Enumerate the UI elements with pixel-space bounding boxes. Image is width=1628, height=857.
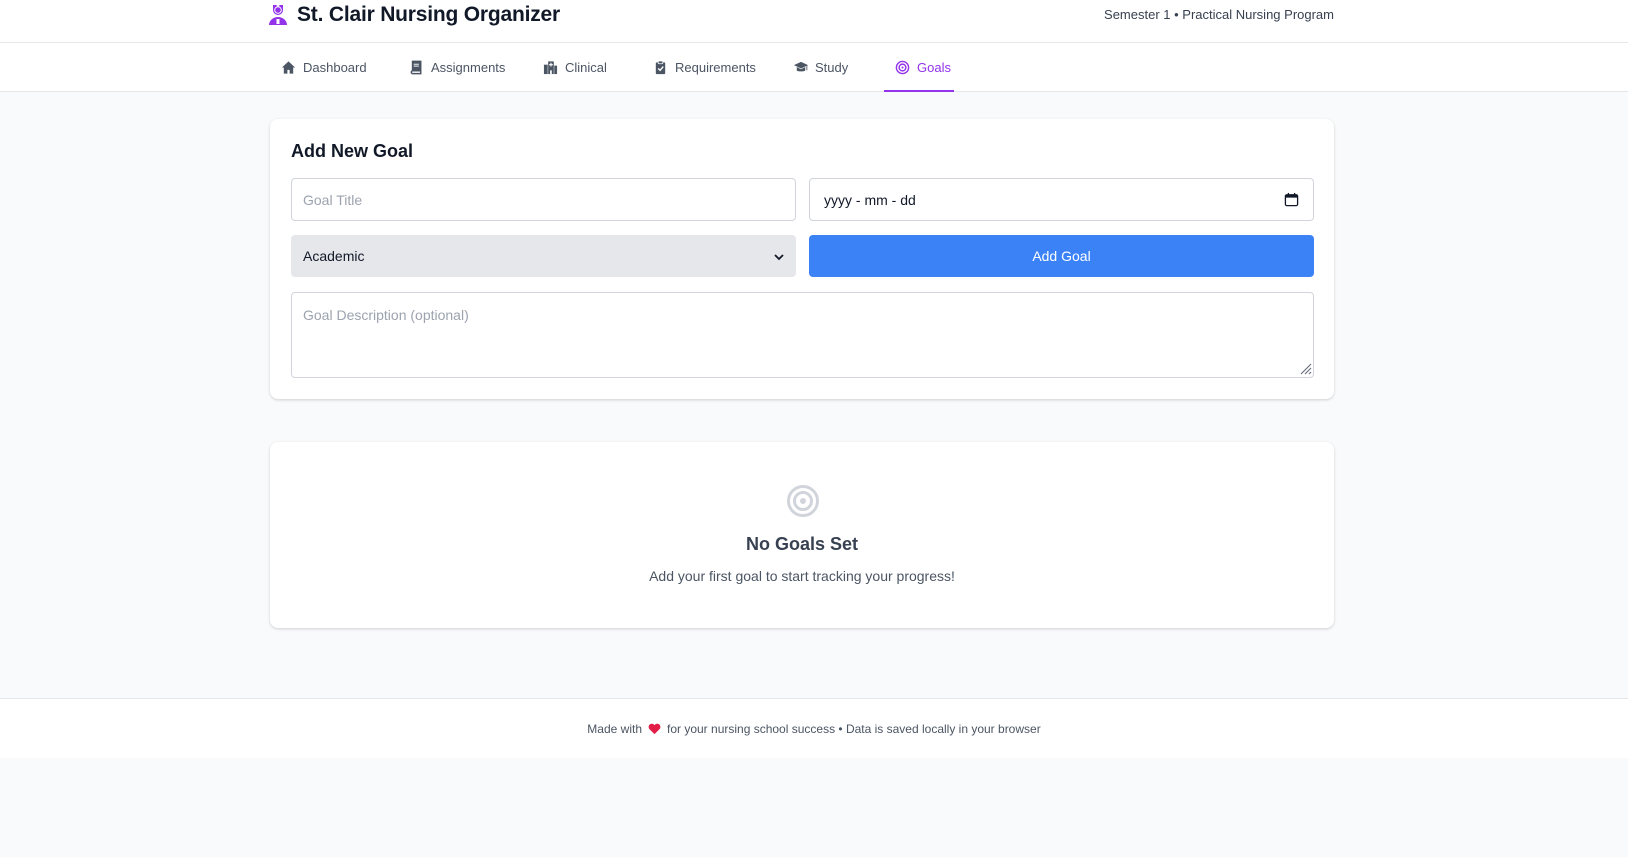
hospital-icon <box>543 60 558 75</box>
tab-label: Requirements <box>675 59 756 75</box>
tab-goals[interactable]: Goals <box>884 43 954 92</box>
form-title: Add New Goal <box>291 141 414 161</box>
target-icon <box>786 484 820 518</box>
brand: St. Clair Nursing Organizer <box>268 2 560 28</box>
calendar-icon[interactable] <box>1284 192 1299 207</box>
tab-label: Clinical <box>565 59 607 75</box>
tab-label: Dashboard <box>303 59 367 75</box>
footer-text: for your nursing school success • Data i… <box>667 721 1041 736</box>
app-footer: Made with for your nursing school succes… <box>0 698 1628 758</box>
target-icon <box>895 60 910 75</box>
home-icon <box>281 60 296 75</box>
tab-label: Goals <box>917 59 951 75</box>
tab-requirements[interactable]: Requirements <box>642 43 767 91</box>
graduation-cap-icon <box>793 60 809 75</box>
tab-study[interactable]: Study <box>782 43 859 91</box>
empty-state-title: No Goals Set <box>745 534 859 554</box>
app-header: St. Clair Nursing Organizer Semester 1 •… <box>0 0 1628 43</box>
book-icon <box>409 60 424 75</box>
add-goal-card: Add New Goal yyyy - mm - dd Academic Add… <box>270 119 1334 399</box>
category-select[interactable]: Academic <box>291 235 796 277</box>
tab-dashboard[interactable]: Dashboard <box>270 43 378 91</box>
add-goal-button[interactable]: Add Goal <box>809 235 1314 277</box>
tab-clinical[interactable]: Clinical <box>532 43 618 91</box>
clipboard-check-icon <box>653 60 668 75</box>
app-title: St. Clair Nursing Organizer <box>297 3 560 26</box>
category-selected-value: Academic <box>303 248 365 264</box>
semester-label: Semester 1 • Practical Nursing Program <box>1104 7 1334 22</box>
date-placeholder: yyyy - mm - dd <box>824 191 916 208</box>
chevron-down-icon <box>773 250 785 262</box>
goals-empty-state: No Goals Set Add your first goal to star… <box>270 442 1334 628</box>
heart-icon <box>648 723 661 735</box>
goal-date-input[interactable]: yyyy - mm - dd <box>809 178 1314 221</box>
main-nav: Dashboard Assignments Clinical Requireme… <box>0 43 1628 92</box>
footer-made-with: Made with <box>587 721 642 736</box>
empty-state-message: Add your first goal to start tracking yo… <box>649 568 955 584</box>
nurse-icon <box>268 3 288 27</box>
tab-label: Assignments <box>431 59 506 75</box>
tab-label: Study <box>815 59 849 75</box>
resize-handle-icon[interactable] <box>1298 361 1312 375</box>
goal-title-input[interactable] <box>291 178 796 221</box>
tab-assignments[interactable]: Assignments <box>398 43 516 91</box>
goal-description-input[interactable] <box>291 292 1314 378</box>
